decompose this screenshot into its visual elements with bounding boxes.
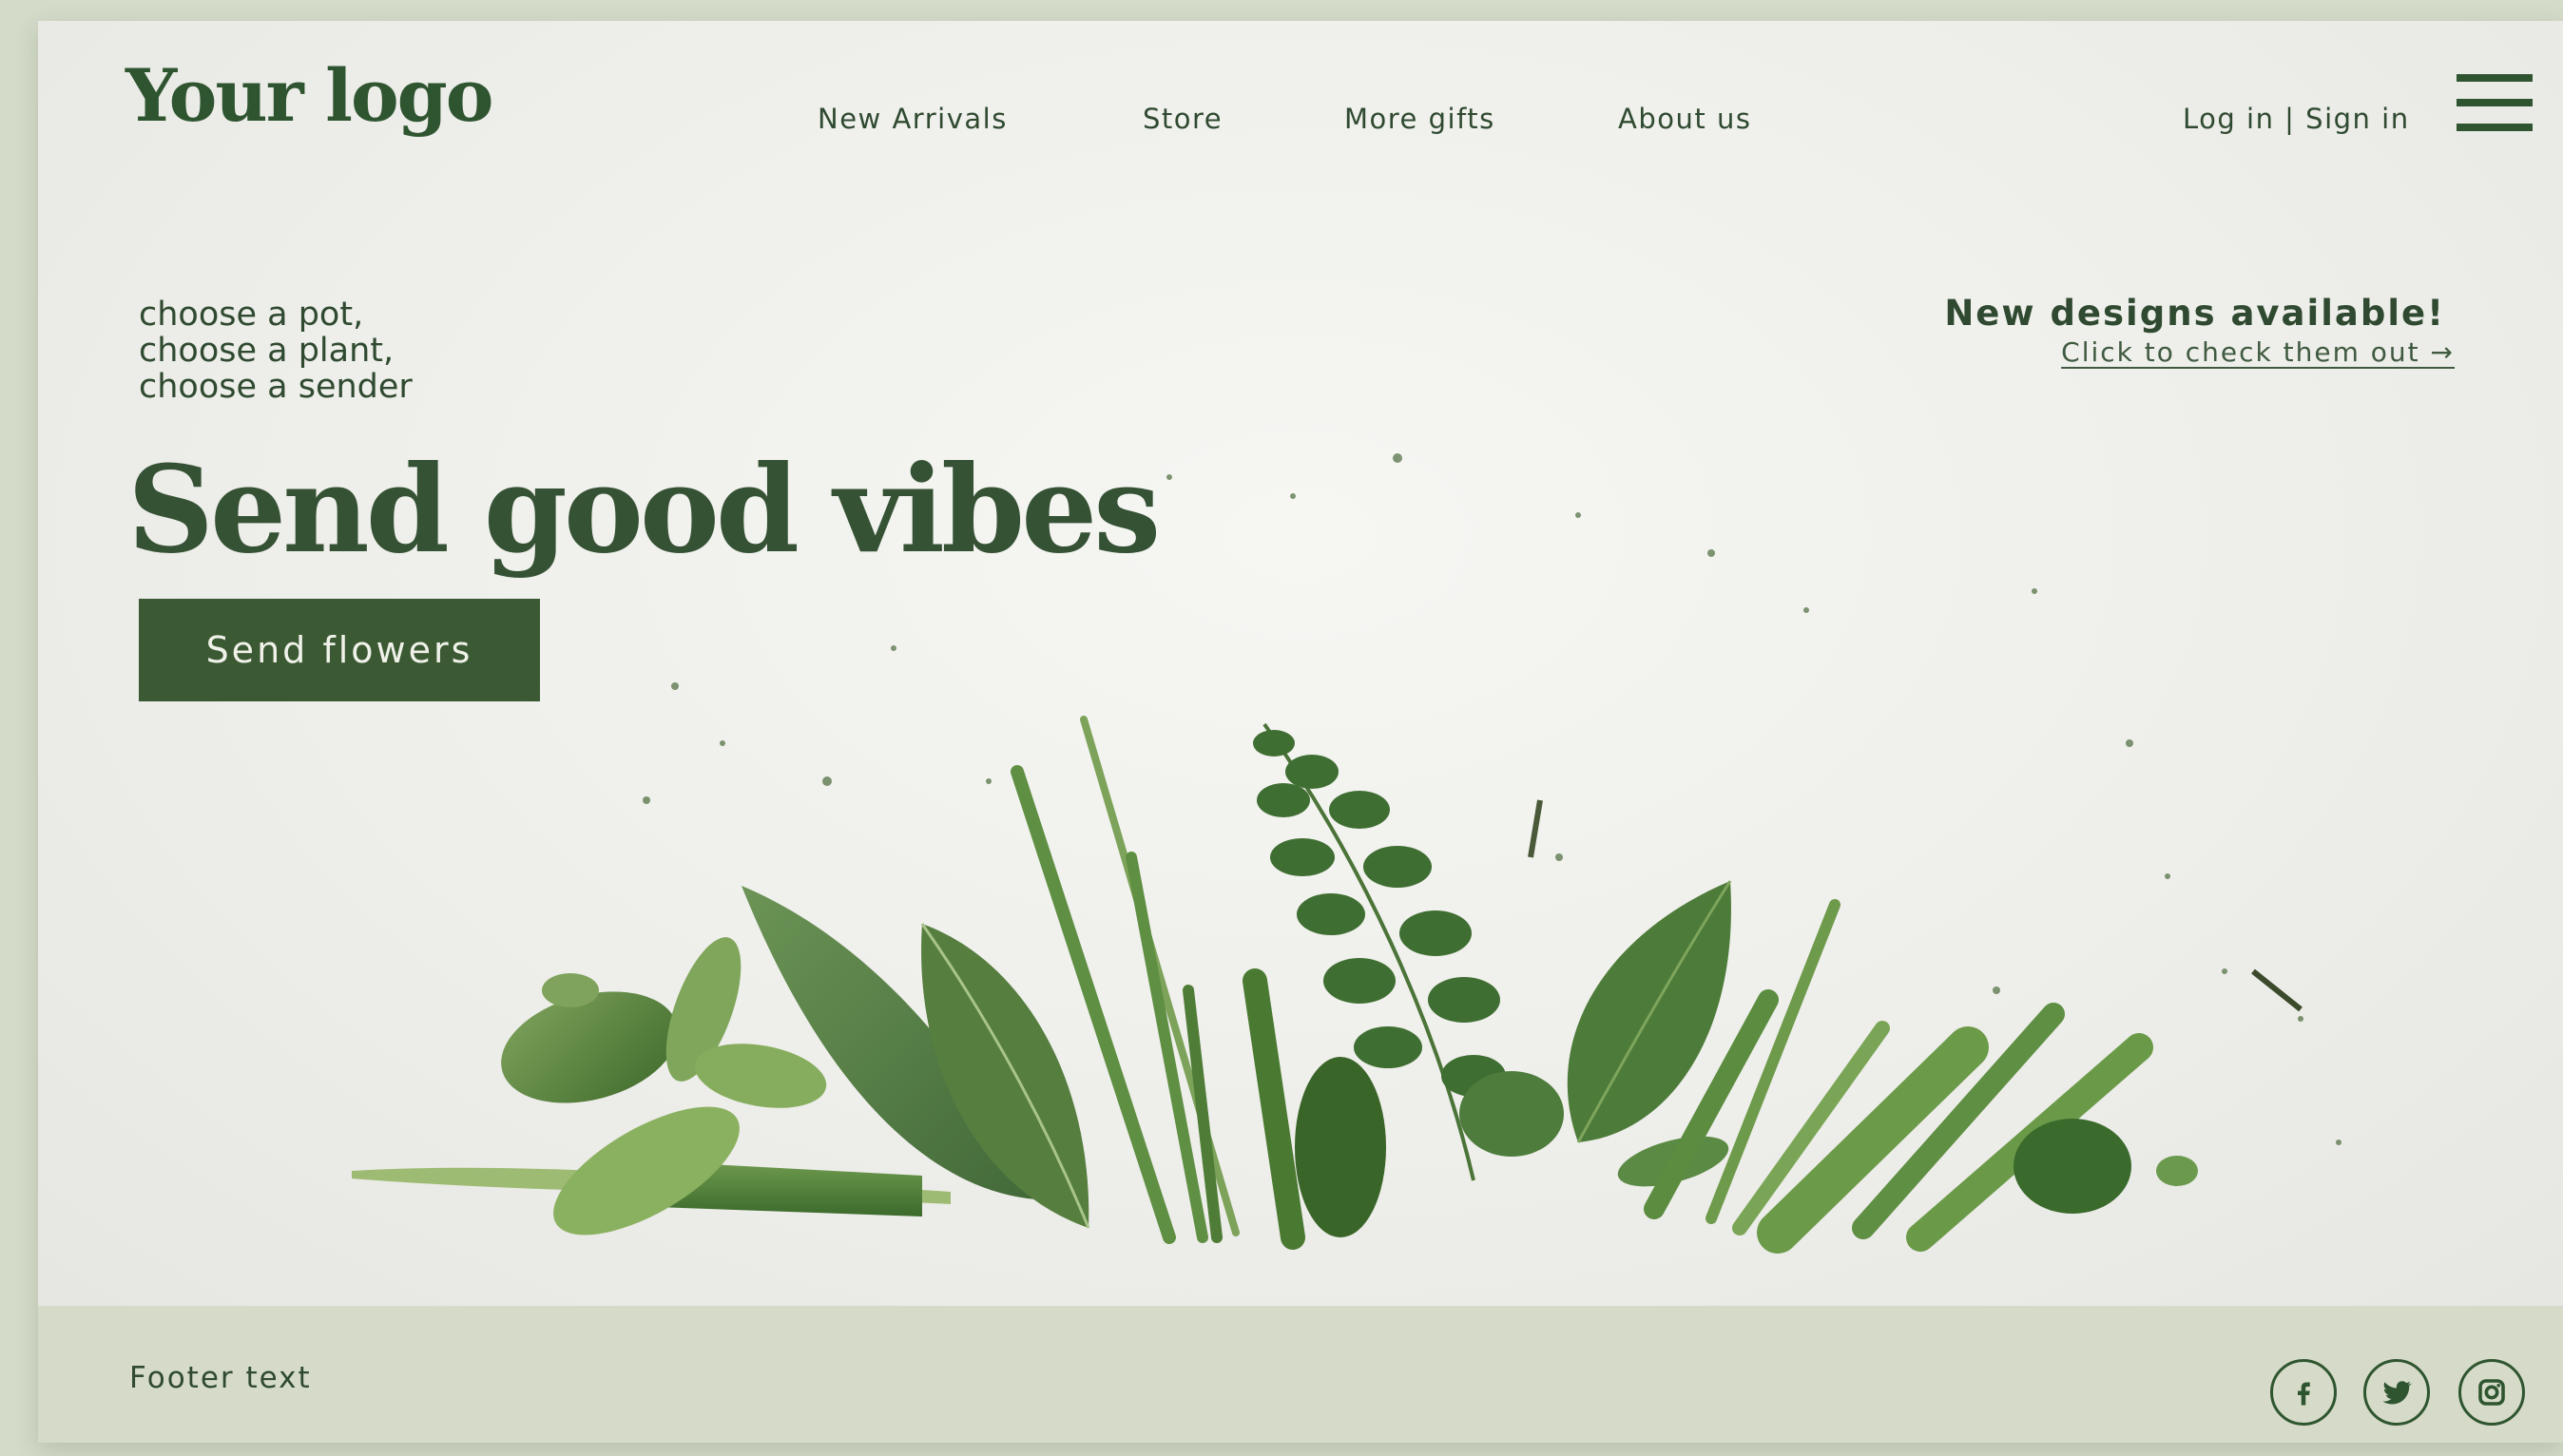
footer: Footer text — [38, 1306, 2563, 1443]
login-link[interactable]: Log in — [2183, 103, 2274, 135]
promo-title: New designs available! — [1944, 293, 2445, 334]
nav-more-gifts[interactable]: More gifts — [1344, 103, 1495, 135]
promo-link[interactable]: Click to check them out → — [2061, 336, 2455, 368]
logo[interactable]: Your logo — [125, 53, 493, 138]
twitter-icon[interactable] — [2363, 1359, 2430, 1426]
tagline: choose a pot, choose a plant, choose a s… — [139, 297, 413, 405]
page: Your logo New Arrivals Store More gifts … — [38, 21, 2563, 1443]
signin-link[interactable]: Sign in — [2305, 103, 2409, 135]
tagline-line: choose a plant, — [139, 332, 395, 370]
footer-text: Footer text — [129, 1361, 312, 1395]
hero-headline: Send good vibes — [127, 439, 1161, 580]
auth-separator: | — [2274, 103, 2306, 135]
tagline-line: choose a pot, — [139, 296, 364, 334]
auth-links: Log in | Sign in — [2183, 103, 2410, 135]
menu-bar — [2457, 99, 2533, 106]
menu-bar — [2457, 124, 2533, 131]
menu-bar — [2457, 74, 2533, 82]
nav-store[interactable]: Store — [1143, 103, 1223, 135]
nav-new-arrivals[interactable]: New Arrivals — [818, 103, 1008, 135]
tagline-line: choose a sender — [139, 368, 413, 406]
instagram-icon[interactable] — [2458, 1359, 2525, 1426]
instagram-glyph — [2478, 1379, 2505, 1406]
hero-section: Your logo New Arrivals Store More gifts … — [38, 21, 2563, 1306]
facebook-glyph — [2298, 1382, 2310, 1406]
nav-about-us[interactable]: About us — [1618, 103, 1751, 135]
twitter-glyph — [2382, 1381, 2413, 1405]
hamburger-menu-icon[interactable] — [2457, 74, 2533, 131]
send-flowers-button[interactable]: Send flowers — [139, 599, 540, 701]
facebook-icon[interactable] — [2270, 1359, 2337, 1426]
